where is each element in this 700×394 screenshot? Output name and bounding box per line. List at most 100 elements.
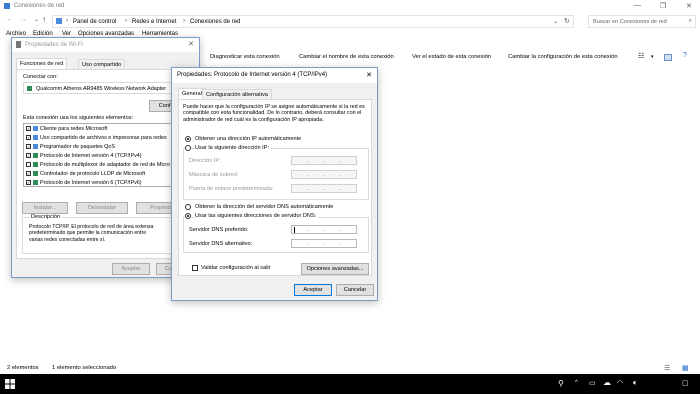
view-options-icon[interactable]: ☷ <box>638 52 644 60</box>
notifications-icon[interactable]: ▢ <box>682 379 689 387</box>
adapter-name: Qualcomm Atheros AR9485 Wireless Network… <box>36 86 167 92</box>
protocol-icon <box>33 153 38 159</box>
auto-ip-label: Obtener una dirección IP automáticamente <box>195 136 302 142</box>
tab-funciones-de-red[interactable]: Funciones de red <box>16 58 68 69</box>
checkbox-checked[interactable]: ✓ <box>26 180 31 186</box>
taskbar: ⚲ ^ ▭ ☁ ◠ 🔈︎ ▢ <box>0 374 700 394</box>
list-item[interactable]: Protocolo de multiplexor de adaptador de… <box>26 162 170 169</box>
manual-dns-radio[interactable] <box>185 213 191 219</box>
tab-uso-compartido[interactable]: Uso compartido <box>78 59 126 69</box>
close-icon[interactable]: ✕ <box>366 71 372 79</box>
status-bar: 2 elementos 1 elemento seleccionado ☰ ▦ <box>0 362 700 374</box>
breadcrumb[interactable]: › Panel de control › Redes e Internet › … <box>52 15 574 28</box>
up-icon[interactable]: ↑ <box>42 15 46 24</box>
minimize-icon[interactable]: — <box>634 2 641 9</box>
subnet-mask-label: Máscara de subred: <box>189 172 239 178</box>
selection-count: 1 elemento seleccionado <box>52 365 117 371</box>
wifi-dialog-titlebar: Propiedades de Wi-Fi ✕ <box>12 38 199 52</box>
dropdown-chevron-icon[interactable]: ⌄ <box>553 18 558 25</box>
items-label: Esta conexión usa los siguientes element… <box>23 115 134 121</box>
advanced-options-button[interactable]: Opciones avanzadas... <box>301 263 369 275</box>
breadcrumb-sep-icon: › <box>125 18 127 24</box>
auto-dns-radio[interactable] <box>185 204 191 210</box>
diagnose-button[interactable]: Diagnosticar esta conexión <box>210 54 280 60</box>
list-item[interactable]: ✓ Programador de paquetes QoS <box>26 144 115 151</box>
ip-address-field[interactable]: ... <box>291 156 357 165</box>
network-adapter-icon <box>16 41 21 48</box>
wifi-icon[interactable]: ◠ <box>617 379 623 387</box>
gateway-label: Puerta de enlace predeterminada: <box>189 186 274 192</box>
volume-icon[interactable]: 🔈︎ <box>633 378 638 388</box>
breadcrumb-item[interactable]: Redes e Internet <box>132 19 176 25</box>
components-list[interactable]: ✓ Cliente para redes Microsoft ✓ Uso compa… <box>23 123 193 187</box>
install-button[interactable]: Instalar... <box>22 202 68 214</box>
preview-pane-icon[interactable] <box>664 54 672 61</box>
description-text: Protocolo TCP/IP. El protocolo de red de… <box>29 224 154 243</box>
close-icon[interactable]: ✕ <box>686 2 692 10</box>
start-windows-icon[interactable] <box>5 379 15 389</box>
search-icon: ⌕ <box>688 18 692 24</box>
list-item[interactable]: ✓ Uso compartido de archivos e impresoras… <box>26 135 167 142</box>
breadcrumb-sep-icon: › <box>183 18 185 24</box>
list-item[interactable]: ✓ Controlador de protocolo LLDP de Micros… <box>26 171 145 178</box>
service-icon <box>33 135 38 141</box>
search-input[interactable]: Buscar en Conexiones de red ⌕ <box>588 15 696 28</box>
manual-ip-radio[interactable] <box>185 145 191 151</box>
search-placeholder: Buscar en Conexiones de red <box>593 19 667 25</box>
list-item[interactable]: ✓ Protocolo de Internet versión 6 (TCP/IP… <box>26 180 142 186</box>
back-icon[interactable]: ← <box>6 16 13 23</box>
recent-chevron-icon[interactable]: ⌄ <box>34 16 39 23</box>
dns-preferred-field[interactable]: ... <box>291 225 357 234</box>
battery-icon[interactable]: ▭ <box>589 379 596 387</box>
people-icon[interactable]: ⚲ <box>558 379 564 388</box>
checkbox-unchecked[interactable] <box>26 162 31 168</box>
list-item[interactable]: ✓ Cliente para redes Microsoft <box>26 126 107 133</box>
description-group: Descripción Protocolo TCP/IP. El protoco… <box>22 214 196 254</box>
ipv4-dialog-titlebar: Propiedades: Protocolo de Internet versi… <box>172 68 377 83</box>
window-titlebar: Conexiones de red — ❐ ✕ <box>0 0 700 12</box>
ipv4-accept-button[interactable]: Aceptar <box>294 284 332 296</box>
uninstall-button[interactable]: Desinstalar <box>76 202 128 214</box>
client-icon <box>33 126 38 132</box>
ipv4-general-panel: Puede hacer que la configuración IP se a… <box>178 99 372 276</box>
ipv4-properties-dialog: Propiedades: Protocolo de Internet versi… <box>171 67 378 301</box>
list-item[interactable]: ✓ Protocolo de Internet versión 4 (TCP/IP… <box>26 153 142 160</box>
description-label: Descripción <box>29 214 63 220</box>
validate-checkbox[interactable] <box>192 265 198 271</box>
cloud-icon[interactable]: ☁ <box>603 378 611 387</box>
close-icon[interactable]: ✕ <box>188 40 194 48</box>
protocol-icon <box>33 171 38 177</box>
details-view-icon[interactable]: ☰ <box>664 364 670 372</box>
intro-text: Puede hacer que la configuración IP se a… <box>183 104 365 123</box>
help-icon[interactable]: ? <box>683 52 687 59</box>
checkbox-checked[interactable]: ✓ <box>26 126 31 132</box>
subnet-mask-field[interactable]: ... <box>291 170 357 179</box>
text-cursor <box>294 227 295 233</box>
tab-configuracion-alternativa[interactable]: Configuración alternativa <box>202 89 272 99</box>
protocol-icon <box>33 180 38 186</box>
forward-icon[interactable]: → <box>20 16 27 23</box>
tray-chevron-icon[interactable]: ^ <box>575 380 578 386</box>
wifi-accept-button[interactable]: Aceptar <box>112 263 150 275</box>
ipv4-cancel-button[interactable]: Cancelar <box>336 284 374 296</box>
manual-dns-label: Usar las siguientes direcciones de servi… <box>195 213 319 219</box>
change-settings-button[interactable]: Cambiar la configuración de esta conexió… <box>508 54 618 60</box>
maximize-icon[interactable]: ❐ <box>660 2 666 10</box>
breadcrumb-item[interactable]: Panel de control <box>73 19 116 25</box>
auto-ip-radio[interactable] <box>185 136 191 142</box>
tiles-view-icon[interactable]: ▦ <box>682 364 689 372</box>
checkbox-checked[interactable]: ✓ <box>26 144 31 150</box>
view-status-button[interactable]: Ver el estado de esta conexión <box>412 54 491 60</box>
network-folder-icon <box>4 3 10 9</box>
checkbox-checked[interactable]: ✓ <box>26 135 31 141</box>
protocol-icon <box>33 162 38 168</box>
rename-button[interactable]: Cambiar el nombre de esta conexión <box>299 54 394 60</box>
gateway-field[interactable]: ... <box>291 184 357 193</box>
validate-label: Validar configuración al salir <box>201 265 271 271</box>
view-chevron-icon[interactable]: ▾ <box>651 54 654 60</box>
checkbox-checked[interactable]: ✓ <box>26 171 31 177</box>
checkbox-checked[interactable]: ✓ <box>26 153 31 159</box>
breadcrumb-item[interactable]: Conexiones de red <box>190 19 240 25</box>
dns-alternate-field[interactable]: ... <box>291 239 357 248</box>
refresh-icon[interactable]: ↻ <box>564 17 570 25</box>
